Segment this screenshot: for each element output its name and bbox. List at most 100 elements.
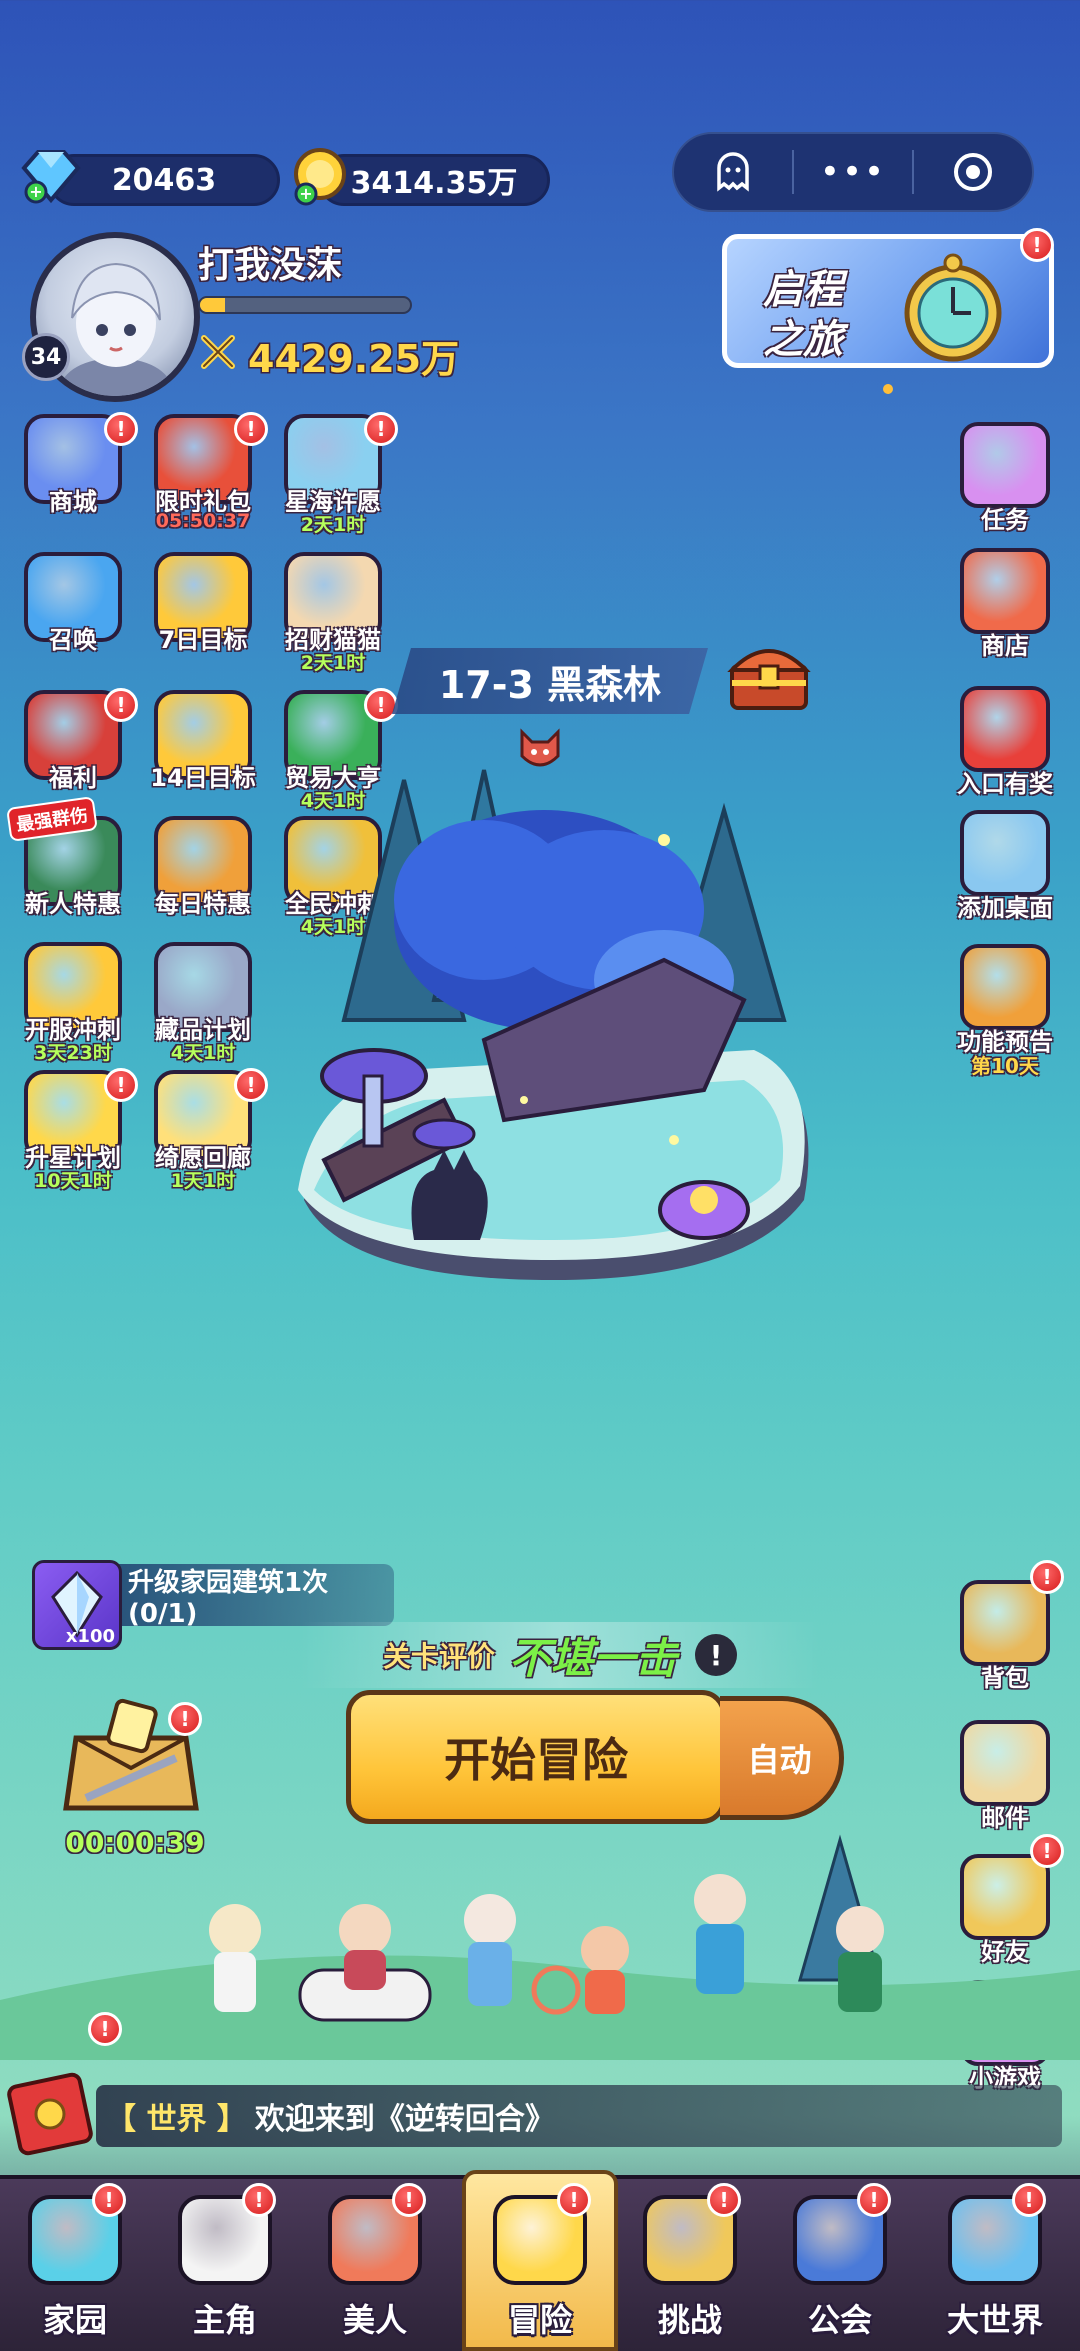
stage-treasure-chest-icon[interactable] (724, 636, 814, 716)
journey-pager-dot (883, 384, 893, 394)
nav-tab-guild[interactable]: 公会! (765, 2183, 915, 2345)
notification-badge: ! (1030, 1560, 1064, 1594)
journey-banner[interactable]: 启程 之旅 (722, 234, 1054, 368)
rating-info-icon[interactable]: ! (695, 1634, 738, 1676)
menu-limited-gift[interactable]: 限时礼包 05:50:37! (138, 410, 268, 536)
rating-grade: 不堪一击 (509, 1633, 678, 1683)
gold-value: 3414.35万 (350, 166, 518, 201)
side-label: 背包 (981, 1664, 1029, 1692)
crystal-reward-count: x100 (65, 1626, 115, 1647)
menu-label: 7日目标 (158, 626, 248, 654)
player-name: 打我没莯 (198, 245, 343, 286)
journey-notification-badge: ! (1020, 228, 1054, 262)
menu-14day-goal[interactable]: 14日目标 (138, 686, 268, 812)
nav-label: 大世界 (946, 2301, 1043, 2339)
notification-badge: ! (92, 2183, 126, 2217)
menu-lucky-cat[interactable]: 招财猫猫 2天1时 (268, 548, 398, 674)
quest-text: 升级家园建筑1次(0/1) (128, 1567, 329, 1629)
nav-tab-challenge[interactable]: 挑战! (615, 2183, 765, 2345)
nav-label: 家园 (42, 2301, 107, 2339)
entry-reward-icon (960, 686, 1050, 772)
menu-label: 召唤 (49, 626, 97, 654)
menu-timer: 2天1时 (300, 652, 366, 674)
gold-coin-icon: + (288, 146, 354, 208)
side-entry-reward[interactable]: 入口有奖 (940, 686, 1070, 812)
red-envelope-icon[interactable] (6, 2062, 102, 2158)
close-miniprogram-button[interactable] (914, 134, 1032, 210)
notification-badge: ! (242, 2183, 276, 2217)
menu-summon[interactable]: 召唤 (8, 548, 138, 674)
side-feature-preview[interactable]: 功能预告 第10天 (940, 944, 1070, 1078)
side-label: 入口有奖 (957, 770, 1053, 798)
menu-wish-gallery[interactable]: 绮愿回廊 1天1时! (138, 1066, 268, 1192)
player-exp-fill (200, 298, 226, 312)
tasks-icon (960, 422, 1050, 508)
notification-badge: ! (104, 412, 138, 446)
black-forest-stage-scene[interactable] (284, 760, 824, 1300)
notification-badge: ! (104, 1068, 138, 1102)
menu-timer: 3天23时 (34, 1042, 112, 1064)
miniprogram-capsule: ••• (672, 132, 1034, 212)
store-icon (960, 548, 1050, 634)
menu-star-up-plan[interactable]: 升星计划 10天1时! (8, 1066, 138, 1192)
notification-badge: ! (364, 688, 398, 722)
pocket-watch-icon (883, 249, 1023, 363)
nav-tab-home[interactable]: 家园! (0, 2183, 150, 2345)
start-adventure-button[interactable]: 开始冒险 (346, 1690, 726, 1824)
start-adventure-label: 开始冒险 (444, 1733, 628, 1787)
svg-text:+: + (29, 182, 42, 201)
nav-label: 冒险 (507, 2301, 572, 2339)
stage-rating: 关卡评价 不堪一击 ! (300, 1622, 820, 1688)
side-add-to-desktop[interactable]: 添加桌面 (940, 810, 1070, 936)
menu-server-sprint[interactable]: 开服冲刺 3天23时 (8, 938, 138, 1064)
diamond-value: 20463 (111, 162, 217, 198)
menu-welfare[interactable]: 福利! (8, 686, 138, 812)
nav-tab-adventure[interactable]: 冒险! (465, 2183, 615, 2345)
backpack-icon (960, 1580, 1050, 1666)
player-level-badge: 34 (22, 333, 70, 381)
mail-icon (960, 1720, 1050, 1806)
side-label: 添加桌面 (957, 894, 1053, 922)
diamond-icon: + (16, 146, 82, 206)
stage-title-banner: 17-3 黑森林 (392, 648, 708, 714)
menu-star-wish[interactable]: 星海许愿 2天1时! (268, 410, 398, 536)
notification-badge: ! (392, 2183, 426, 2217)
notification-badge: ! (104, 688, 138, 722)
nav-tab-world[interactable]: 大世界! (920, 2183, 1070, 2345)
chat-channel: 【 世界 】 (106, 2102, 247, 2137)
power-icon (198, 332, 238, 372)
stage-title: 17-3 黑森林 (438, 662, 662, 707)
player-exp-bar (198, 296, 412, 314)
nav-tab-beauty[interactable]: 美人! (300, 2183, 450, 2345)
menu-newbie-deal[interactable]: 新人特惠 最强群伤 (6, 796, 138, 938)
notification-badge: ! (364, 412, 398, 446)
menu-timer: 1天1时 (170, 1170, 236, 1192)
menu-timer: 4天1时 (170, 1042, 236, 1064)
notification-badge: ! (707, 2183, 741, 2217)
chest-notification-badge: ! (168, 1702, 202, 1736)
menu-label: 每日特惠 (155, 890, 251, 918)
chat-message: 欢迎来到《逆转回合》 (254, 2102, 555, 2137)
side-tasks[interactable]: 任务 (940, 422, 1070, 548)
auto-battle-button[interactable]: 自动 (720, 1696, 844, 1820)
nav-label: 挑战 (657, 2301, 722, 2339)
more-menu-button[interactable]: ••• (794, 134, 912, 210)
side-backpack[interactable]: 背包! (940, 1560, 1070, 1706)
side-sub: 第10天 (971, 1054, 1039, 1078)
nav-tab-hero[interactable]: 主角! (150, 2183, 300, 2345)
menu-daily-deal[interactable]: 每日特惠 (138, 812, 268, 938)
world-chat-bar[interactable]: 【 世界 】 欢迎来到《逆转回合》 (96, 2085, 1062, 2147)
notification-badge: ! (557, 2183, 591, 2217)
menu-label: 14日目标 (150, 764, 256, 792)
notification-badge: ! (234, 412, 268, 446)
nav-label: 公会 (807, 2301, 872, 2339)
menu-7day-goal[interactable]: 7日目标 (138, 548, 268, 674)
journey-title-line2: 之旅 (763, 317, 843, 363)
menu-label: 新人特惠 (25, 890, 121, 918)
ghost-icon[interactable] (674, 134, 792, 210)
menu-collection-plan[interactable]: 藏品计划 4天1时 (138, 938, 268, 1064)
hero-party-scene (0, 1820, 1080, 2060)
menu-shop[interactable]: 商城! (8, 410, 138, 536)
side-store[interactable]: 商店 (940, 548, 1070, 674)
diamond-counter[interactable]: 20463 (48, 154, 280, 206)
